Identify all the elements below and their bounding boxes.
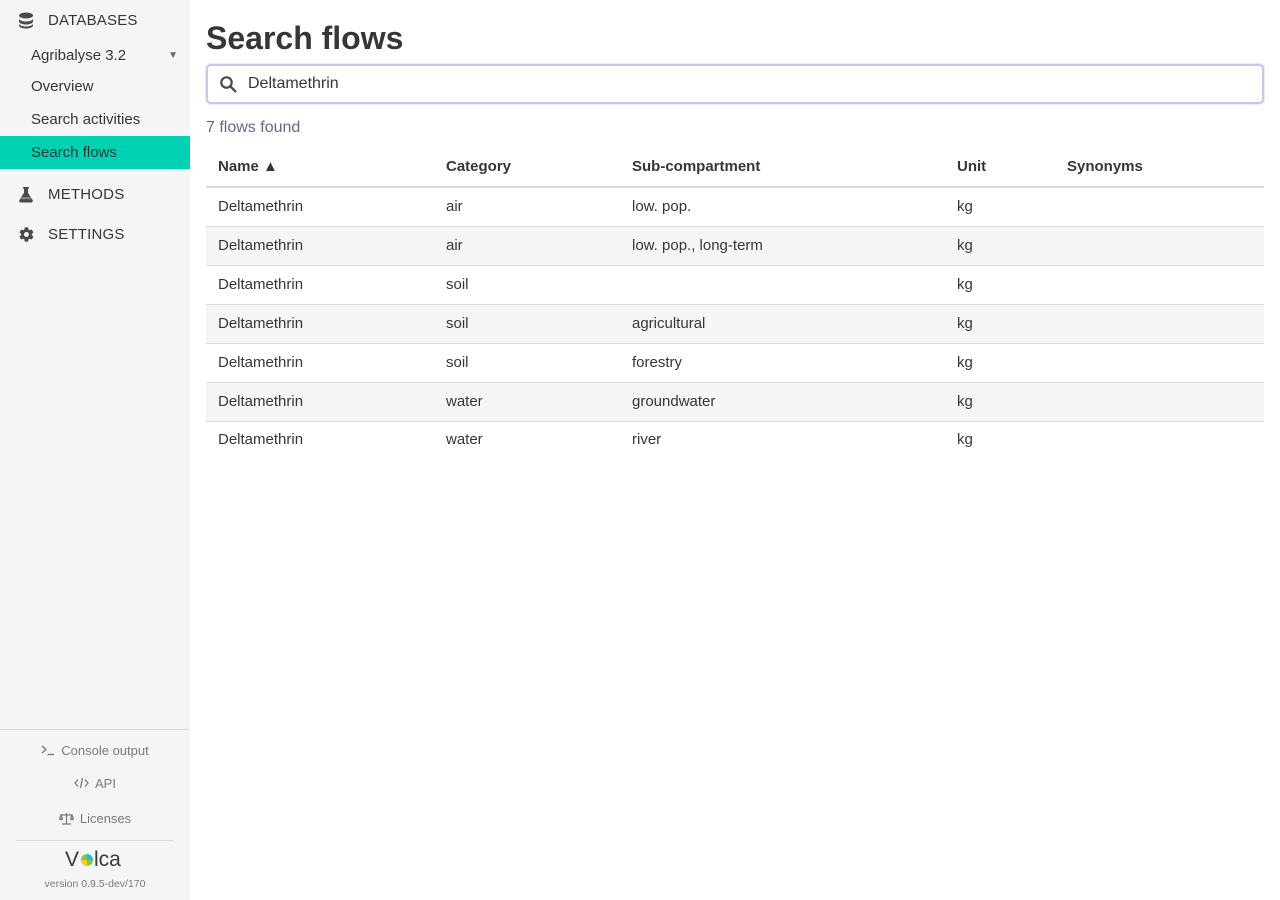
- cell-category: air: [434, 226, 620, 266]
- nav-item-label: Search activities: [31, 111, 141, 128]
- svg-text:V: V: [65, 848, 79, 871]
- cell-synonyms: [1055, 187, 1264, 227]
- gear-icon: [17, 225, 35, 243]
- scale-icon: [58, 812, 74, 825]
- cell-synonyms: [1055, 265, 1264, 305]
- cell-unit: kg: [945, 226, 1055, 266]
- flask-icon: [17, 185, 35, 203]
- code-icon: [74, 777, 89, 789]
- cell-unit: kg: [945, 304, 1055, 344]
- settings-section-header[interactable]: SETTINGS: [0, 214, 190, 254]
- cell-sub-compartment: groundwater: [620, 382, 945, 422]
- nav-item-search-flows[interactable]: Search flows: [0, 136, 190, 169]
- cell-category: soil: [434, 343, 620, 383]
- nav-item-label: Search flows: [31, 144, 117, 161]
- terminal-icon: [41, 744, 55, 756]
- database-selector-value: Agribalyse 3.2: [31, 46, 127, 64]
- cell-name: Deltamethrin: [206, 382, 434, 422]
- databases-section-header[interactable]: DATABASES: [0, 0, 190, 40]
- cell-name: Deltamethrin: [218, 430, 304, 448]
- caret-down-icon: ▼: [168, 49, 178, 61]
- nav-item-label: Overview: [31, 78, 94, 95]
- cell-category: water: [446, 430, 483, 448]
- cell-synonyms: [1055, 382, 1264, 422]
- cell-unit: kg: [945, 382, 1055, 422]
- table-row[interactable]: Deltamethrin air low. pop., long-term kg: [206, 226, 1264, 266]
- nav-item-overview[interactable]: Overview: [0, 70, 190, 103]
- methods-section-header[interactable]: METHODS: [0, 174, 190, 214]
- cell-synonyms: [1055, 421, 1264, 457]
- api-label: API: [95, 775, 116, 791]
- cell-unit: kg: [957, 430, 973, 448]
- api-link[interactable]: API: [0, 773, 190, 793]
- cell-category: soil: [434, 265, 620, 305]
- cell-sub-compartment: low. pop.: [620, 187, 945, 227]
- databases-label: DATABASES: [48, 11, 138, 29]
- cell-category: air: [434, 187, 620, 227]
- cell-synonyms: [1055, 226, 1264, 266]
- column-header-category[interactable]: Category: [434, 147, 620, 188]
- cell-sub-compartment: forestry: [620, 343, 945, 383]
- cell-synonyms: [1055, 343, 1264, 383]
- licenses-label: Licenses: [79, 810, 132, 826]
- table-row[interactable]: Deltamethrin soil agricultural kg: [206, 304, 1264, 344]
- search-icon: [208, 66, 248, 102]
- cell-unit: kg: [945, 187, 1055, 227]
- volca-logo: V lca: [0, 846, 190, 872]
- nav-item-search-activities[interactable]: Search activities: [0, 103, 190, 136]
- cell-synonyms: [1055, 304, 1264, 344]
- cell-sub-compartment: river: [632, 430, 662, 448]
- cell-name: Deltamethrin: [206, 265, 434, 305]
- console-output-label: Console output: [61, 742, 149, 758]
- column-header-sub-compartment[interactable]: Sub-compartment: [620, 147, 945, 188]
- result-count: 7 flows found: [206, 119, 301, 136]
- column-header-name[interactable]: Name ▲: [206, 147, 434, 188]
- licenses-link[interactable]: Licenses: [0, 808, 190, 828]
- cell-name: Deltamethrin: [206, 343, 434, 383]
- svg-text:lca: lca: [94, 848, 121, 871]
- search-input[interactable]: [248, 67, 1262, 101]
- flows-table: Name ▲ Category Sub-compartment Unit Syn…: [206, 147, 1264, 457]
- cell-unit: kg: [945, 343, 1055, 383]
- flow-search-box[interactable]: [206, 64, 1264, 104]
- cell-sub-compartment: [620, 265, 945, 305]
- table-row[interactable]: Deltamethrin soil kg: [206, 265, 1264, 305]
- cell-sub-compartment: low. pop., long-term: [620, 226, 945, 266]
- cell-name: Deltamethrin: [206, 226, 434, 266]
- database-icon: [17, 11, 35, 29]
- cell-unit: kg: [945, 265, 1055, 305]
- page-title: Search flows: [206, 20, 404, 56]
- cell-sub-compartment: agricultural: [620, 304, 945, 344]
- methods-label: METHODS: [48, 185, 125, 203]
- cell-name: Deltamethrin: [206, 304, 434, 344]
- sidebar-footer: Console output API Licenses V lca versio…: [0, 729, 190, 900]
- table-row[interactable]: Deltamethrin soil forestry kg: [206, 343, 1264, 383]
- sidebar: DATABASES Agribalyse 3.2 ▼ Overview Sear…: [0, 0, 190, 900]
- console-output-link[interactable]: Console output: [0, 740, 190, 760]
- table-row[interactable]: Deltamethrin water river kg: [206, 421, 1264, 457]
- column-header-unit[interactable]: Unit: [945, 147, 1055, 188]
- cell-category: soil: [434, 304, 620, 344]
- table-header-row: Name ▲ Category Sub-compartment Unit Syn…: [206, 147, 1264, 188]
- settings-label: SETTINGS: [48, 225, 125, 243]
- cell-name: Deltamethrin: [206, 187, 434, 227]
- version-text: version 0.9.5-dev/170: [44, 878, 146, 890]
- table-row[interactable]: Deltamethrin air low. pop. kg: [206, 187, 1264, 227]
- footer-divider: [16, 840, 174, 841]
- table-row[interactable]: Deltamethrin water groundwater kg: [206, 382, 1264, 422]
- column-header-synonyms[interactable]: Synonyms: [1055, 147, 1264, 188]
- cell-category: water: [434, 382, 620, 422]
- database-selector[interactable]: Agribalyse 3.2 ▼: [0, 40, 190, 70]
